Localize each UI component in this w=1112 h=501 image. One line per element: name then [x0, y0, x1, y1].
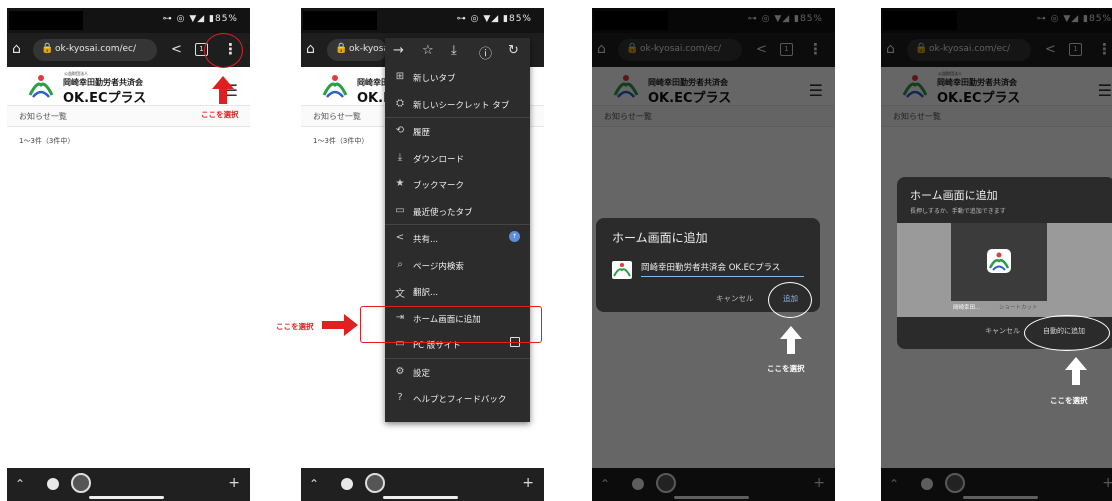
site-brand[interactable]: OK.ECプラス	[63, 87, 146, 106]
menu-item-find-in-page[interactable]: ⌕ ページ内検索	[385, 252, 530, 279]
home-icon[interactable]: ⌂	[306, 41, 315, 57]
home-indicator	[383, 496, 458, 499]
incognito-icon: ⛭	[396, 97, 404, 109]
home-indicator	[89, 496, 164, 499]
menu-item-incognito[interactable]: ⛭ 新しいシークレット タブ	[385, 91, 530, 118]
highlight-circle	[768, 282, 812, 318]
shortcut-name-input[interactable]: 岡崎幸田勤労者共済会 OK.ECプラス	[641, 261, 804, 277]
history-icon: ⟲	[395, 125, 405, 136]
chevron-up-icon[interactable]: ⌃	[15, 477, 25, 491]
preview-card	[951, 223, 1047, 301]
menu-item-settings[interactable]: ⚙ 設定	[385, 359, 530, 386]
bottom-bar: ⌃ +	[7, 468, 250, 501]
cancel-button[interactable]: キャンセル	[716, 293, 754, 304]
lock-icon: 🔒	[41, 43, 54, 54]
share-badge-icon: ↑	[509, 231, 520, 242]
download-icon[interactable]: ⤓	[451, 43, 457, 58]
shortcut-preview: 岡崎幸田... ショートカット	[897, 223, 1112, 317]
phone-screen-2: ⊶ ◎ ▼◢ ▮85% ⌂ 🔒 ok-kyosa 岡崎幸田勤労者共済会 OK.E…	[301, 8, 544, 501]
reload-icon[interactable]: ↻	[508, 43, 519, 58]
shortcut-label: ショートカット	[999, 305, 1038, 311]
annotation-select-here: ここを選択	[1050, 396, 1088, 405]
address-bar[interactable]: 🔒 ok-kyosa	[327, 39, 389, 61]
gear-icon: ⚙	[395, 365, 405, 377]
menu-item-translate[interactable]: 文 翻訳...	[385, 278, 530, 305]
new-tab-icon[interactable]: +	[522, 475, 534, 491]
shortcut-app-name: 岡崎幸田...	[953, 305, 981, 311]
browser-overflow-menu: → ☆ ⤓ ⓘ ↻ ⊞ 新しいタブ ⛭ 新しいシークレット タブ ⟲ 履歴 ⤓ …	[385, 38, 530, 422]
home-circle-icon[interactable]	[341, 478, 353, 490]
highlight-circle	[204, 33, 243, 68]
share-icon[interactable]: <	[171, 42, 182, 57]
dialog-title: ホーム画面に追加	[910, 189, 998, 202]
menu-item-new-tab[interactable]: ⊞ 新しいタブ	[385, 64, 530, 91]
status-bar: ⊶ ◎ ▼◢ ▮85%	[301, 8, 544, 33]
menu-item-recent-tabs[interactable]: ▭ 最近使ったタブ	[385, 198, 530, 225]
info-icon[interactable]: ⓘ	[479, 43, 492, 62]
download-icon: ⤓	[397, 151, 403, 163]
dialog-title: ホーム画面に追加	[612, 231, 708, 245]
forward-icon[interactable]: →	[393, 43, 404, 58]
arrow-right-icon	[322, 314, 358, 336]
lock-icon: 🔒	[335, 43, 348, 54]
help-icon: ?	[397, 392, 403, 403]
url-text: ok-kyosai.com/ec/	[55, 44, 137, 54]
share-icon: <	[395, 232, 405, 243]
home-circle-icon[interactable]	[47, 478, 59, 490]
highlight-box	[360, 306, 542, 343]
status-redaction	[303, 11, 377, 30]
result-count: 1～3件（3件中）	[19, 137, 75, 145]
recent-tabs-icon: ▭	[395, 204, 405, 216]
translate-icon: 文	[395, 289, 405, 300]
app-logo-icon[interactable]	[987, 249, 1011, 273]
menu-item-downloads[interactable]: ⤓ ダウンロード	[385, 145, 530, 172]
url-text: ok-kyosa	[349, 44, 389, 54]
chevron-up-icon[interactable]: ⌃	[309, 477, 319, 491]
annotation-select-here: ここを選択	[276, 322, 314, 331]
star-icon: ★	[395, 178, 405, 189]
annotation-select-here: ここを選択	[767, 364, 805, 373]
avatar[interactable]	[365, 473, 385, 493]
menu-item-history[interactable]: ⟲ 履歴	[385, 118, 530, 145]
logo-icon	[28, 75, 54, 98]
dialog-subtitle: 長押しするか、手動で追加できます	[910, 208, 1006, 215]
menu-toolbar: → ☆ ⤓ ⓘ ↻	[385, 38, 530, 64]
find-icon: ⌕	[397, 258, 403, 270]
bookmark-star-icon[interactable]: ☆	[422, 43, 434, 58]
menu-item-share[interactable]: < 共有... ↑	[385, 225, 530, 252]
menu-item-bookmarks[interactable]: ★ ブックマーク	[385, 171, 530, 198]
annotation-select-here: ここを選択	[201, 110, 239, 119]
phone-screen-4: ⊶ ◎ ▼◢ ▮85% ⌂ 🔒 ok-kyosai.com/ec/ < 1 ⋮ …	[881, 8, 1112, 501]
status-redaction	[9, 11, 83, 30]
highlight-circle	[1024, 315, 1110, 351]
cancel-button[interactable]: キャンセル	[985, 326, 1020, 336]
status-icons: ⊶ ◎ ▼◢ ▮85%	[456, 14, 532, 24]
bottom-bar: ⌃ +	[301, 468, 544, 501]
home-icon[interactable]: ⌂	[12, 41, 21, 57]
arrow-up-icon	[780, 326, 802, 354]
menu-item-help[interactable]: ? ヘルプとフィードバック	[385, 385, 530, 412]
arrow-up-icon	[1065, 357, 1087, 385]
new-tab-icon[interactable]: +	[228, 475, 240, 491]
avatar[interactable]	[71, 473, 91, 493]
arrow-up-icon	[212, 76, 234, 104]
new-tab-icon: ⊞	[395, 71, 405, 82]
phone-screen-3: ⊶ ◎ ▼◢ ▮85% ⌂ 🔒 ok-kyosai.com/ec/ < 1 ⋮ …	[592, 8, 835, 501]
app-logo-icon	[612, 261, 632, 279]
address-bar[interactable]: 🔒 ok-kyosai.com/ec/	[33, 39, 157, 61]
logo-icon	[322, 75, 348, 98]
status-icons: ⊶ ◎ ▼◢ ▮85%	[162, 14, 238, 24]
status-bar: ⊶ ◎ ▼◢ ▮85%	[7, 8, 250, 33]
